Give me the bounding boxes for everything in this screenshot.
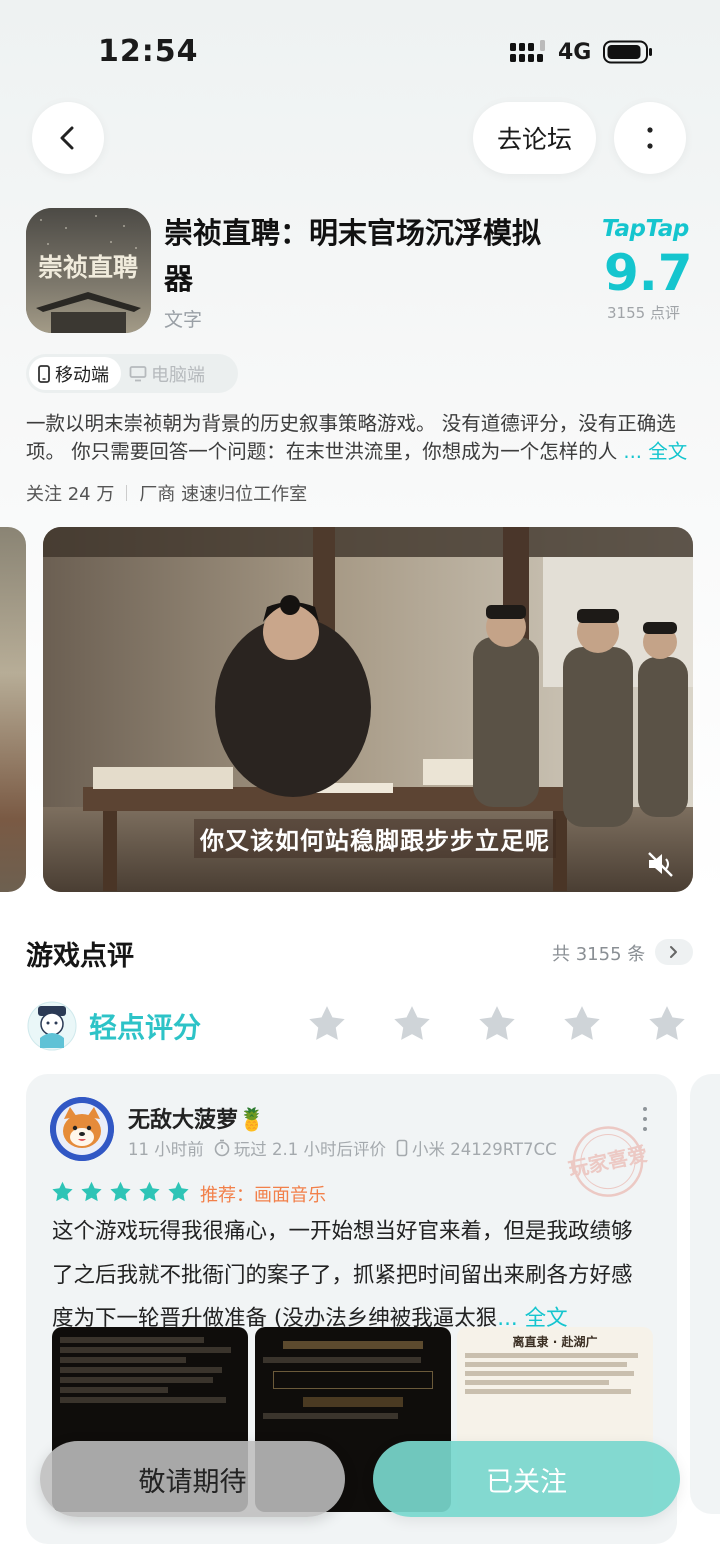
chevron-left-icon xyxy=(60,126,74,150)
rate-stars xyxy=(306,1003,688,1045)
review-stars xyxy=(50,1180,191,1204)
rate-star-5[interactable] xyxy=(646,1003,688,1045)
phone-icon xyxy=(38,364,50,383)
rate-star-1[interactable] xyxy=(306,1003,348,1045)
mascot-icon xyxy=(27,1001,77,1051)
stopwatch-icon xyxy=(214,1139,230,1157)
rating-count: 3155 点评 xyxy=(607,304,680,322)
tab-mobile[interactable]: 移动端 xyxy=(29,357,121,390)
screenshot-3-content: 离直隶 · 赴湖广 xyxy=(457,1327,653,1408)
review-meta: 11 小时前 玩过 2.1 小时后评价 小米 24129RT7CC xyxy=(128,1136,557,1160)
description-more-link[interactable]: ... 全文 xyxy=(623,440,687,463)
followed-button[interactable]: 已关注 xyxy=(373,1441,680,1517)
meta-divider xyxy=(126,485,128,501)
mute-icon[interactable] xyxy=(645,849,675,879)
platform-tabs: 移动端 电脑端 xyxy=(26,354,238,393)
stamp-text: 玩家喜爱 xyxy=(566,1142,649,1182)
network-label: 4G xyxy=(558,40,592,65)
review-device: 小米 24129RT7CC xyxy=(411,1140,557,1159)
review-text[interactable]: 这个游戏玩得我很痛心，一开始想当好官来着，但是我政绩够了之后我就不批衙门的案子了… xyxy=(52,1210,652,1341)
review-recommend: 推荐：画面音乐 xyxy=(200,1185,326,1206)
screenshot-2-content xyxy=(255,1327,451,1433)
reviewer-name[interactable]: 无敌大菠萝🍍 xyxy=(128,1102,265,1134)
tab-mobile-label: 移动端 xyxy=(55,364,109,386)
signal-icon xyxy=(510,40,545,62)
more-menu-button[interactable] xyxy=(614,102,686,174)
app-score: 9.7 xyxy=(604,244,693,302)
tap-rate-label: 轻点评分 xyxy=(89,1011,202,1044)
app-logo-image: 崇祯直聘 xyxy=(26,208,151,333)
description-text: 一款以明末崇祯朝为背景的历史叙事策略游戏。 没有道德评分，没有正确选项。 你只需… xyxy=(26,412,676,463)
review-playtime: 玩过 2.1 小时后评价 xyxy=(233,1140,386,1159)
screenshot-3-title: 离直隶 · 赴湖广 xyxy=(512,1335,598,1349)
tab-desktop-label: 电脑端 xyxy=(151,364,205,386)
status-bar: 12:54 4G xyxy=(0,0,720,100)
status-time: 12:54 xyxy=(98,34,199,69)
coming-soon-button[interactable]: 敬请期待 xyxy=(40,1441,345,1517)
shiba-avatar-image xyxy=(50,1097,114,1161)
chevron-right-icon xyxy=(670,946,677,958)
device-icon xyxy=(396,1139,408,1157)
app-category[interactable]: 文字 xyxy=(164,305,202,332)
back-button[interactable] xyxy=(32,102,104,174)
app-title: 崇祯直聘：明末官场沉浮模拟器 xyxy=(164,216,542,296)
review-star-icon xyxy=(110,1181,131,1202)
review-star-icon xyxy=(52,1181,73,1202)
taptap-logo: TapTap xyxy=(602,216,689,242)
reviews-more-button[interactable] xyxy=(655,939,693,965)
more-vertical-icon xyxy=(647,127,653,149)
battery-icon xyxy=(603,40,652,64)
rate-star-3[interactable] xyxy=(476,1003,518,1045)
reviewer-avatar[interactable] xyxy=(50,1097,114,1161)
vendor-link[interactable]: 厂商 速速归位工作室 xyxy=(139,480,307,506)
rate-star-4[interactable] xyxy=(561,1003,603,1045)
review-time: 11 小时前 xyxy=(128,1140,204,1159)
video-subtitle: 你又该如何站稳脚跟步步立足呢 xyxy=(194,819,556,858)
rate-star-2[interactable] xyxy=(391,1003,433,1045)
review-star-icon xyxy=(139,1181,160,1202)
monitor-icon xyxy=(129,365,147,381)
app-meta: 关注 24 万 厂商 速速归位工作室 xyxy=(26,480,307,506)
forum-button[interactable]: 去论坛 xyxy=(473,102,596,174)
tab-desktop[interactable]: 电脑端 xyxy=(121,357,217,390)
review-star-icon xyxy=(81,1181,102,1202)
app-icon: 崇祯直聘 xyxy=(26,208,151,333)
player-favorite-stamp: 玩家喜爱 xyxy=(566,1126,650,1197)
media-prev-item[interactable] xyxy=(0,527,26,892)
review-card-next[interactable] xyxy=(690,1074,720,1514)
followers-count: 关注 24 万 xyxy=(26,484,115,505)
screenshot-1-content xyxy=(52,1327,248,1417)
app-description[interactable]: 一款以明末崇祯朝为背景的历史叙事策略游戏。 没有道德评分，没有正确选项。 你只需… xyxy=(26,410,696,466)
review-star-icon xyxy=(168,1181,189,1202)
app-icon-text: 崇祯直聘 xyxy=(38,253,138,282)
reviews-total[interactable]: 共 3155 条 xyxy=(552,940,645,966)
reviews-section-title: 游戏点评 xyxy=(26,941,134,972)
